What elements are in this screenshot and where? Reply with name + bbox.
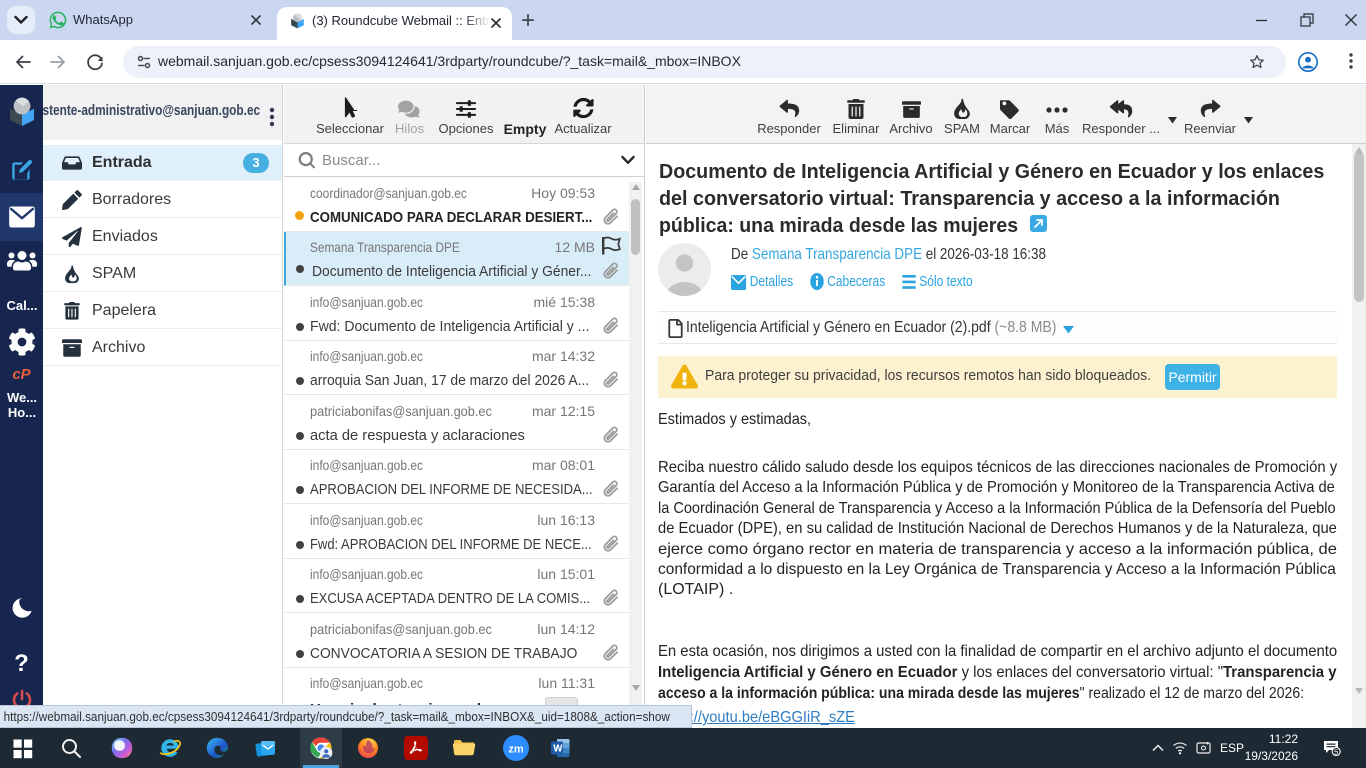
svg-text:5: 5	[1334, 747, 1338, 756]
svg-text:zm: zm	[508, 744, 524, 756]
